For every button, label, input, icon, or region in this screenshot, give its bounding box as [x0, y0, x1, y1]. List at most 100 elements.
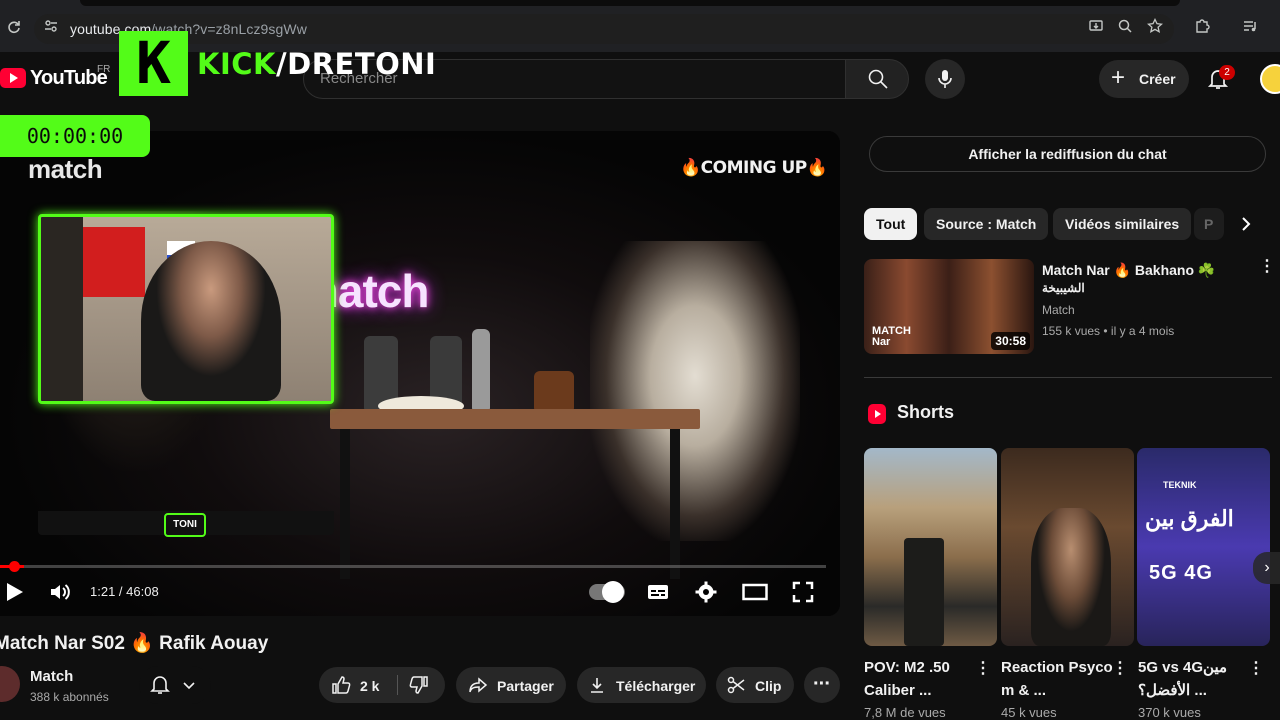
recommendation-thumbnail[interactable]: MATCH Nar 30:58: [864, 259, 1034, 354]
more-vertical-icon[interactable]: ⋮: [1248, 661, 1264, 684]
autoplay-knob: [602, 581, 624, 603]
shorts-heading: Shorts: [897, 402, 955, 422]
more-actions-button[interactable]: ···: [804, 667, 840, 703]
scissors-icon: [727, 676, 745, 694]
time-display: 1:21 / 46:08: [90, 584, 159, 599]
extensions-icon[interactable]: [1192, 18, 1212, 38]
thumbnail-brand: MATCH Nar: [872, 325, 911, 348]
chip-related[interactable]: Vidéos similaires: [1053, 208, 1192, 240]
more-vertical-icon[interactable]: ⋮: [1259, 259, 1275, 282]
shorts-icon: [868, 404, 886, 424]
share-icon: [469, 677, 488, 693]
fullscreen-icon: [792, 581, 814, 603]
like-button[interactable]: 2 k: [319, 667, 397, 703]
url-text: youtube.com/watch?v=z8nLcz9sgWw: [70, 21, 307, 37]
download-label: Télécharger: [616, 678, 696, 694]
bookmark-star-icon[interactable]: [1145, 17, 1165, 38]
albania-flag: [83, 227, 145, 297]
subscriber-count: 388 k abonnés: [30, 690, 109, 704]
short-overlay-brand: TEKNIK: [1163, 480, 1197, 490]
kick-logo: K: [119, 31, 188, 96]
chip-all[interactable]: Tout: [864, 208, 918, 240]
table: [330, 409, 700, 429]
short-title[interactable]: 5G vs 4Gمين الأفضل؟ ...: [1138, 656, 1250, 702]
chevron-right-icon: [1242, 217, 1251, 231]
browser-toolbar: youtube.com/watch?v=z8nLcz9sgWw: [0, 0, 1280, 52]
short-title[interactable]: POV: M2 .50 Caliber ...: [864, 656, 976, 702]
kick-logo-letter: K: [136, 29, 171, 97]
download-icon: [591, 678, 603, 693]
share-label: Partager: [497, 678, 554, 694]
short-overlay-arabic: الفرق بين: [1145, 506, 1234, 531]
plus-icon: +: [1111, 64, 1126, 91]
search-button[interactable]: [845, 59, 909, 99]
thumbs-up-icon: [332, 676, 351, 694]
video-title: Match Nar S02 🔥 Rafik Aouay: [0, 633, 269, 654]
shorts-next-button[interactable]: ›: [1253, 552, 1280, 584]
theater-icon: [742, 583, 768, 601]
recommendation-title[interactable]: Match Nar 🔥 Bakhano ☘️: [1042, 261, 1242, 279]
kick-channel-banner: KICK/DRETONI: [197, 47, 436, 81]
region-code: FR: [97, 64, 111, 75]
subscription-notifications-button[interactable]: [139, 666, 211, 704]
chip-partial[interactable]: P: [1194, 208, 1224, 240]
person: [1031, 508, 1111, 646]
play-button[interactable]: [2, 580, 26, 604]
download-button[interactable]: Télécharger: [577, 667, 706, 703]
progress-scrubber[interactable]: [9, 561, 20, 572]
webcam-overlay: [38, 214, 334, 404]
theater-mode-button[interactable]: [742, 580, 768, 604]
volume-button[interactable]: [48, 580, 72, 604]
channel-avatar[interactable]: [0, 666, 20, 702]
short-title[interactable]: Reaction Psyco m & ...: [1001, 656, 1113, 702]
chip-source[interactable]: Source : Match: [924, 208, 1049, 240]
more-vertical-icon[interactable]: ⋮: [1112, 661, 1128, 684]
short-overlay-tags: 5G 4G: [1149, 562, 1213, 584]
youtube-logo-icon[interactable]: [0, 68, 26, 88]
media-controls-icon[interactable]: [1240, 18, 1260, 38]
volume-icon: [51, 584, 70, 600]
video-duration: 30:58: [991, 332, 1030, 350]
gear-icon: [695, 581, 717, 603]
play-icon: [7, 583, 23, 601]
subtitles-button[interactable]: [646, 580, 670, 604]
youtube-logo-text[interactable]: YouTube: [30, 67, 108, 90]
short-thumbnail[interactable]: [864, 448, 997, 646]
recommendation-subtitle[interactable]: الشيبيخة: [1042, 281, 1085, 295]
share-button[interactable]: Partager: [456, 667, 566, 703]
short-views: 370 k vues: [1138, 705, 1201, 720]
short-thumbnail[interactable]: [1001, 448, 1134, 646]
more-horizontal-icon: ···: [813, 673, 831, 695]
dislike-button[interactable]: [398, 667, 445, 703]
bottle: [534, 371, 574, 411]
more-vertical-icon[interactable]: ⋮: [975, 661, 991, 684]
voice-search-button[interactable]: [925, 59, 965, 99]
channel-name[interactable]: Match: [30, 668, 73, 685]
kick-channel-name: /DRETONI: [276, 47, 437, 81]
zoom-icon[interactable]: [1115, 18, 1135, 38]
install-app-icon[interactable]: [1086, 18, 1106, 38]
table-leg: [340, 429, 350, 579]
short-thumbnail[interactable]: TEKNIK الفرق بين 5G 4G: [1137, 448, 1270, 646]
tab-strip: [80, 0, 1180, 6]
settings-button[interactable]: [694, 580, 718, 604]
search-icon: [868, 69, 888, 89]
show-chat-replay-button[interactable]: Afficher la rediffusion du chat: [869, 136, 1266, 172]
create-button[interactable]: + Créer: [1099, 60, 1189, 98]
like-count: 2 k: [360, 678, 380, 694]
bell-icon: [150, 676, 170, 694]
recommendation-channel[interactable]: Match: [1042, 303, 1075, 317]
fullscreen-button[interactable]: [791, 580, 815, 604]
reload-icon[interactable]: [4, 18, 24, 38]
autoplay-toggle[interactable]: [589, 581, 625, 603]
subtitles-icon: [648, 585, 668, 599]
divider: [864, 377, 1272, 378]
kick-brand: KICK: [197, 47, 277, 81]
short-views: 7,8 M de vues: [864, 705, 946, 720]
clip-button[interactable]: Clip: [716, 667, 794, 703]
progress-bar[interactable]: [0, 565, 826, 568]
machine-gun: [904, 538, 944, 646]
site-settings-icon[interactable]: [41, 18, 61, 38]
chevron-down-icon: [183, 682, 195, 690]
chips-next-button[interactable]: [1236, 214, 1256, 234]
